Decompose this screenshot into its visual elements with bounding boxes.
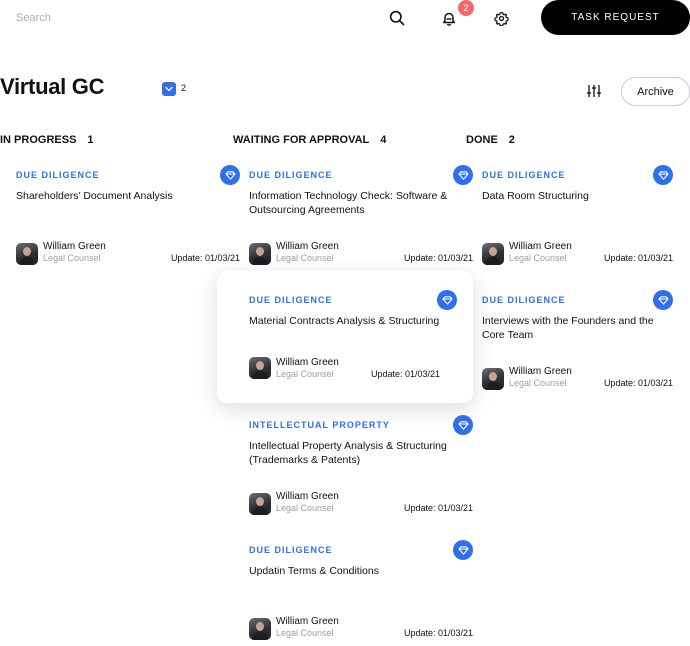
task-category: INTELLECTUAL PROPERTY <box>249 420 390 430</box>
filter-button[interactable] <box>586 83 602 104</box>
search-icon <box>389 10 405 26</box>
notification-badge: 2 <box>458 0 474 16</box>
assignee-role: Legal Counsel <box>276 628 334 638</box>
page-title: Virtual GC <box>0 74 105 99</box>
task-title: Data Room Structuring <box>482 190 589 202</box>
task-title: Information Technology Check: Software &… <box>249 190 448 216</box>
task-title: Material Contracts Analysis & Structurin… <box>249 315 440 327</box>
task-card[interactable]: DUE DILIGENCE Data Room Structuring Will… <box>466 160 690 292</box>
task-title: Updatin Terms & Conditions <box>249 565 379 577</box>
task-category: DUE DILIGENCE <box>249 295 333 305</box>
task-title: Interviews with the Founders and the Cor… <box>482 315 654 341</box>
task-badge[interactable] <box>653 165 673 185</box>
task-request-button[interactable]: TASK REQUEST <box>541 0 690 35</box>
update-date: Update: 01/03/21 <box>170 253 240 263</box>
bell-icon <box>442 12 456 26</box>
task-card-hovered[interactable]: DUE DILIGENCE Material Contracts Analysi… <box>217 271 473 403</box>
task-card[interactable]: INTELLECTUAL PROPERTY Intellectual Prope… <box>233 410 489 542</box>
column-header-in-progress: IN PROGRESS 1 <box>0 134 94 146</box>
update-date: Update: 01/03/21 <box>603 253 673 263</box>
task-category: DUE DILIGENCE <box>482 170 566 180</box>
avatar <box>482 243 504 265</box>
task-badge[interactable] <box>453 540 473 560</box>
column-header-done: DONE 2 <box>466 134 515 146</box>
update-date: Update: 01/03/21 <box>603 378 673 388</box>
task-badge[interactable] <box>453 415 473 435</box>
update-date: Update: 01/03/21 <box>403 253 473 263</box>
assignee-role: Legal Counsel <box>276 253 334 263</box>
assignee-role: Legal Counsel <box>509 378 567 388</box>
assignee-name: William Green <box>276 616 339 627</box>
search-button[interactable] <box>388 9 406 27</box>
task-card[interactable]: DUE DILIGENCE Updatin Terms & Conditions… <box>233 535 489 645</box>
column-count: 1 <box>87 134 94 146</box>
avatar <box>16 243 38 265</box>
assignee-role: Legal Counsel <box>509 253 567 263</box>
assignee-name: William Green <box>276 241 339 252</box>
avatar <box>249 618 271 640</box>
assignee-name: William Green <box>509 241 572 252</box>
search-input[interactable] <box>16 9 356 27</box>
task-category: DUE DILIGENCE <box>16 170 100 180</box>
selected-count: 2 <box>181 83 187 93</box>
gear-icon <box>493 11 509 26</box>
column-count: 4 <box>380 134 387 146</box>
assignee-role: Legal Counsel <box>276 503 334 513</box>
assignee-role: Legal Counsel <box>276 369 334 379</box>
diamond-icon <box>441 295 453 305</box>
column-header-waiting-for-approval: WAITING FOR APPROVAL 4 <box>233 134 386 146</box>
update-date: Update: 01/03/21 <box>403 503 473 513</box>
assignee-role: Legal Counsel <box>43 253 101 263</box>
assignee-name: William Green <box>509 366 572 377</box>
notifications-button[interactable] <box>440 9 458 27</box>
assignee-name: William Green <box>276 357 339 368</box>
task-badge[interactable] <box>653 290 673 310</box>
assignee-name: William Green <box>276 491 339 502</box>
avatar <box>249 357 271 379</box>
task-category: DUE DILIGENCE <box>249 545 333 555</box>
task-card[interactable]: DUE DILIGENCE Shareholders’ Document Ana… <box>0 160 256 292</box>
diamond-icon <box>657 295 669 305</box>
task-badge[interactable] <box>437 290 457 310</box>
task-category: DUE DILIGENCE <box>482 295 566 305</box>
avatar <box>482 368 504 390</box>
top-bar: 2 TASK REQUEST <box>0 0 690 36</box>
assignee-name: William Green <box>43 241 106 252</box>
task-category: DUE DILIGENCE <box>249 170 333 180</box>
avatar <box>249 493 271 515</box>
diamond-icon <box>457 420 469 430</box>
avatar <box>249 243 271 265</box>
bulk-select-toggle[interactable] <box>162 82 176 96</box>
task-card[interactable]: DUE DILIGENCE Interviews with the Founde… <box>466 285 690 417</box>
column-title: DONE <box>466 134 498 146</box>
task-title: Intellectual Property Analysis & Structu… <box>249 440 447 466</box>
archive-button[interactable]: Archive <box>621 77 690 106</box>
sliders-icon <box>587 85 601 97</box>
diamond-icon <box>657 170 669 180</box>
column-count: 2 <box>508 134 515 146</box>
column-title: IN PROGRESS <box>0 134 77 146</box>
settings-button[interactable] <box>492 9 510 27</box>
diamond-icon <box>457 545 469 555</box>
task-title: Shareholders’ Document Analysis <box>16 190 173 202</box>
update-date: Update: 01/03/21 <box>403 628 473 638</box>
chevron-down-icon <box>165 86 173 92</box>
update-date: Update: 01/03/21 <box>370 369 440 379</box>
column-title: WAITING FOR APPROVAL <box>233 134 370 146</box>
